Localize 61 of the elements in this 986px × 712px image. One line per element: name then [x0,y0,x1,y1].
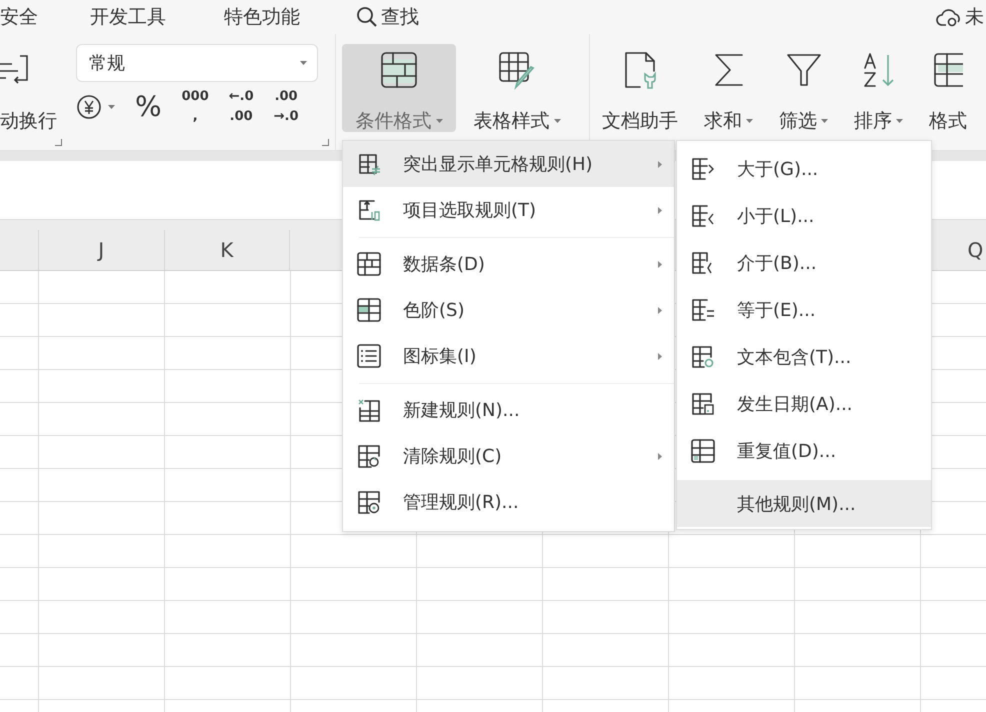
table-icon [691,156,715,180]
calendar-table-icon [691,392,715,416]
menu-item[interactable]: 文本包含(T)... [677,333,931,380]
search-button[interactable]: 查找 [356,4,419,30]
table-icon [357,298,381,322]
ribbon-button[interactable]: 格式 [925,44,971,132]
table-icon [357,444,381,468]
menu-item[interactable]: 等于(E)... [677,286,931,333]
column-header[interactable]: Q [968,238,984,262]
table-icon [691,298,715,322]
column-header[interactable]: K [220,238,234,262]
column-header[interactable]: J [98,238,104,262]
dialog-launcher-icon[interactable] [322,139,329,146]
list-icon [357,344,381,368]
format-button[interactable]: % [135,93,162,122]
format-button[interactable]: .00 →.0 [274,90,299,125]
menu-item[interactable]: 突出显示单元格规则(H) [343,141,674,187]
grid-icon [379,50,419,90]
ribbon-tab[interactable]: 安全 [0,4,38,30]
caret-icon [300,61,307,65]
cloud-icon [936,6,962,28]
table-icon [357,490,381,514]
menu-item[interactable]: 重复值(D)... [677,427,931,474]
ribbon-button[interactable]: 筛选 [775,44,832,132]
format-button[interactable]: ←.0 .00 [228,90,254,125]
format-button[interactable]: 000 , [182,90,209,125]
menu-item[interactable]: 管理规则(R)... [343,479,674,525]
table-icon [691,344,715,368]
number-format-dropdown[interactable]: 常规 [76,44,318,82]
table-pencil-icon [497,50,537,90]
ribbon-button[interactable]: 表格样式 [460,44,574,132]
search-icon [356,6,378,28]
sync-status-button[interactable]: 未 [936,4,984,30]
yen-circle-icon [76,94,102,120]
menu-item[interactable]: 新建规则(N)... [343,387,674,433]
menu-item[interactable]: 项目选取规则(T) [343,187,674,233]
ribbon-tab[interactable]: 特色功能 [224,4,300,30]
menu-item[interactable]: 小于(L)... [677,192,931,239]
wrap-text-button[interactable]: 动换行 [0,44,60,132]
menu-item[interactable]: 发生日期(A)... [677,380,931,427]
table-icon [691,438,715,462]
table-icon [691,204,715,228]
menu-item[interactable]: 大于(G)... [677,145,931,192]
menu-item[interactable]: 清除规则(C) [343,433,674,479]
menu-item[interactable]: 图标集(I) [343,333,674,379]
ribbon-button[interactable]: 排序 [850,44,907,132]
table-icon [357,198,381,222]
ribbon-tab[interactable]: 开发工具 [90,4,166,30]
dialog-launcher-icon[interactable] [55,139,62,146]
ribbon-button[interactable]: 条件格式 [342,44,456,132]
currency-button[interactable] [76,94,115,120]
menu-item[interactable]: 数据条(D) [343,241,674,287]
menu-item[interactable]: 其他规则(M)... [677,480,931,527]
table-icon [357,252,381,276]
ribbon-button[interactable]: 文档助手 [598,44,682,132]
menu-item[interactable]: 色阶(S) [343,287,674,333]
grid-icon [933,50,963,90]
menu-item[interactable]: 介于(B)... [677,239,931,286]
table-icon [357,152,381,176]
ribbon-button[interactable]: 求和 [700,44,757,132]
table-icon [357,398,381,422]
